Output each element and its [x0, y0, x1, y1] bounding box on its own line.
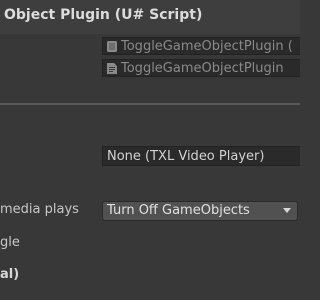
program-source-field[interactable]: ToggleGameObjectPlugin ( — [102, 37, 300, 55]
inspector-panel: Object Plugin (U# Script) ToggleGameObje… — [0, 0, 300, 300]
script-file-icon — [107, 63, 117, 74]
media-plays-label: media plays — [0, 202, 79, 217]
media-plays-dropdown[interactable]: Turn Off GameObjects — [102, 201, 298, 221]
component-header[interactable]: Object Plugin (U# Script) — [0, 0, 300, 34]
component-title: Object Plugin (U# Script) — [4, 7, 203, 23]
video-player-field[interactable]: None (TXL Video Player) — [102, 146, 300, 166]
media-plays-selected: Turn Off GameObjects — [107, 203, 250, 218]
source-script-value: ToggleGameObjectPlugin — [121, 61, 284, 76]
section-divider — [0, 103, 300, 105]
udon-program-asset-icon — [107, 41, 117, 52]
video-player-value: None (TXL Video Player) — [107, 149, 265, 164]
source-script-field[interactable]: ToggleGameObjectPlugin — [102, 59, 300, 77]
chevron-down-icon — [283, 208, 291, 213]
toggle-label: gle — [0, 235, 20, 250]
bottom-section-label: al) — [0, 267, 20, 282]
program-source-value: ToggleGameObjectPlugin ( — [121, 39, 293, 54]
